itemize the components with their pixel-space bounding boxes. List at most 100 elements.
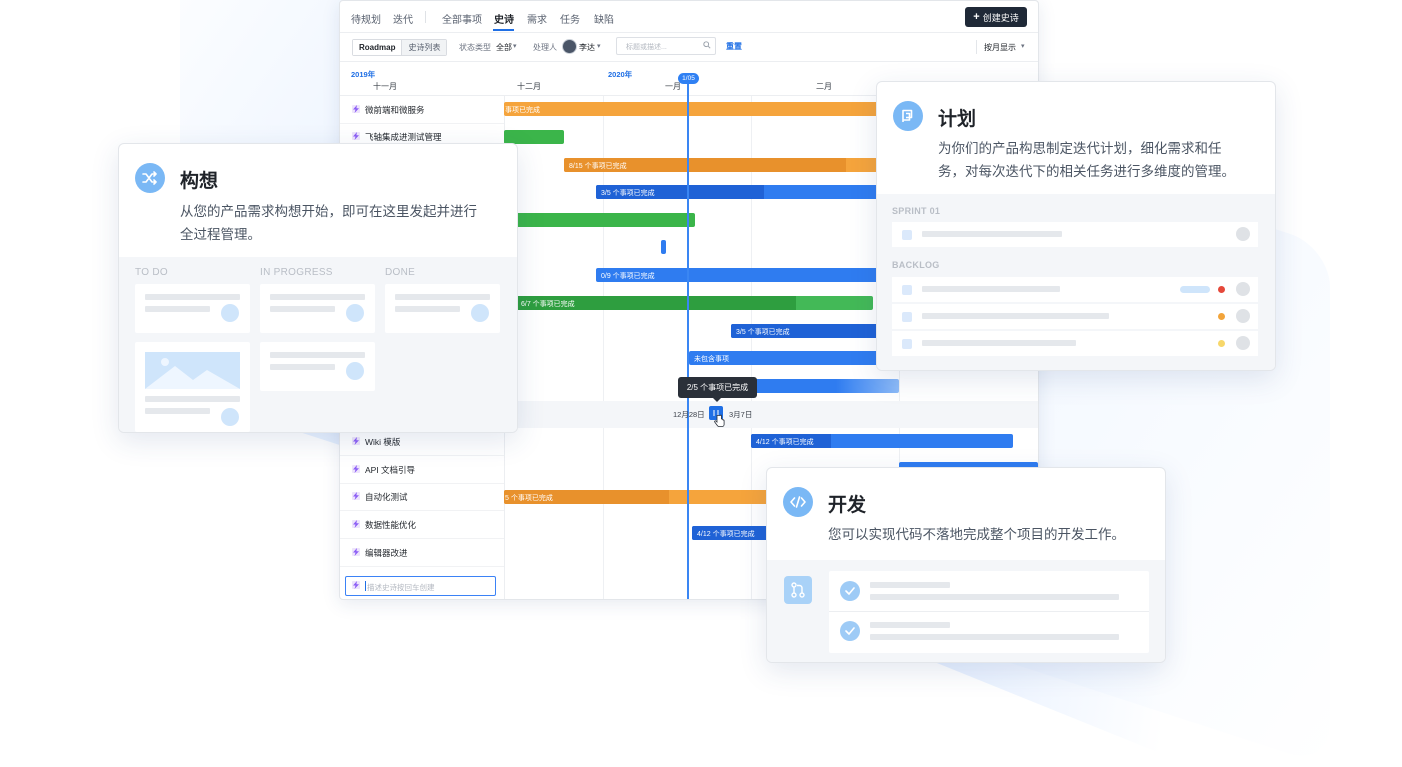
tab-task[interactable]: 任务 [560, 11, 580, 26]
placeholder-line [870, 634, 1119, 640]
code-icon [783, 487, 813, 517]
epic-title: Wiki 模版 [365, 437, 401, 447]
placeholder-line [270, 352, 365, 358]
image-placeholder-icon [145, 352, 240, 389]
assignee-filter-select[interactable]: 李达 [579, 42, 595, 53]
list-item[interactable]: API 文档引导 [340, 456, 504, 484]
placeholder-line [270, 294, 365, 300]
tag-badge [1180, 286, 1210, 293]
placeholder-line [145, 396, 240, 402]
merge-request-icon [784, 576, 812, 604]
view-roadmap-button[interactable]: Roadmap [353, 40, 402, 55]
epic-bar[interactable] [504, 130, 564, 144]
avatar [346, 304, 364, 322]
year-label-2020: 2020年 [608, 70, 633, 79]
kanban-card [385, 284, 500, 333]
tab-all-items[interactable]: 全部事项 [442, 11, 482, 26]
chevron-down-icon: ▾ [597, 43, 601, 50]
kanban-card [260, 342, 375, 391]
idea-card: 构想 从您的产品需求构想开始，即可在这里发起并进行 全过程管理。 TO DO I… [118, 143, 518, 433]
placeholder-line [870, 582, 950, 588]
kanban-card [135, 284, 250, 333]
epic-bar[interactable] [504, 213, 695, 227]
list-item [892, 277, 1258, 302]
epic-icon [352, 465, 360, 473]
nav-divider [425, 11, 426, 23]
column-header: TO DO [135, 267, 168, 278]
bar-progress-label: 3/5 个事项已完成 [736, 328, 790, 336]
hand-cursor-icon [714, 414, 725, 427]
bar-progress-label: 8/15 个事项已完成 [569, 162, 627, 170]
avatar [1236, 336, 1250, 350]
epic-icon [352, 548, 360, 556]
new-epic-placeholder: 描述史诗按回车创建 [367, 583, 435, 592]
placeholder-line [145, 294, 240, 300]
dev-card: 开发 您可以实现代码不落地完成整个项目的开发工作。 [766, 467, 1166, 663]
priority-dot [1218, 313, 1225, 320]
avatar [1236, 227, 1250, 241]
bar-progress-label: 3/5 个事项已完成 [601, 189, 655, 197]
tab-backlog[interactable]: 待规划 [351, 11, 381, 26]
end-date-label: 3月7日 [729, 410, 753, 419]
kanban-card [135, 342, 250, 432]
column-header: IN PROGRESS [260, 267, 333, 278]
month-label: 一月 [665, 82, 681, 91]
sprint-header: SPRINT 01 [892, 206, 941, 216]
epic-title: 微前端和微服务 [365, 105, 425, 115]
chevron-down-icon: ▾ [1021, 43, 1025, 50]
view-list-button[interactable]: 史诗列表 [401, 40, 447, 55]
epic-bar[interactable] [661, 240, 666, 254]
epic-bar[interactable]: 4/12 个事项已完成 [751, 434, 1013, 448]
epic-icon [352, 581, 360, 589]
placeholder-line [922, 231, 1062, 237]
list-item[interactable]: 数据性能优化 [340, 511, 504, 539]
chevron-down-icon: ▾ [513, 43, 517, 50]
kanban-preview: TO DO IN PROGRESS DONE [119, 257, 517, 432]
search-icon [703, 41, 711, 49]
epic-title: 自动化测试 [365, 492, 408, 502]
month-label: 十一月 [373, 82, 397, 91]
tab-iteration[interactable]: 迭代 [393, 11, 413, 26]
priority-dot [1218, 340, 1225, 347]
create-epic-label: 创建史诗 [982, 12, 1019, 23]
top-nav: 待规划 迭代 全部事项 史诗 需求 任务 缺陷 + 创建史诗 [340, 1, 1038, 33]
checkbox-icon [902, 230, 912, 240]
list-item[interactable]: 编辑器改进 [340, 539, 504, 567]
card-description: 全过程管理。 [180, 227, 261, 242]
search-placeholder: 标题或描述... [626, 44, 667, 51]
bar-progress-label: 事项已完成 [505, 106, 540, 114]
plan-card: 计划 为你们的产品构思制定迭代计划，细化需求和任 务，对每次迭代下的相关任务进行… [876, 81, 1276, 371]
card-title: 计划 [938, 109, 977, 130]
display-mode-select[interactable]: 按月显示 [984, 42, 1016, 53]
kanban-card [260, 284, 375, 333]
epic-title: 飞轴集成进测试管理 [365, 132, 442, 142]
divider [829, 611, 1149, 612]
card-title: 构想 [180, 171, 219, 192]
card-title: 开发 [828, 495, 867, 516]
epic-icon [352, 492, 360, 500]
avatar [1236, 282, 1250, 296]
reset-button[interactable]: 重置 [726, 41, 742, 52]
placeholder-line [145, 306, 210, 312]
list-item[interactable]: 微前端和微服务 [340, 96, 504, 124]
placeholder-line [395, 294, 490, 300]
list-item[interactable]: 自动化测试 [340, 483, 504, 511]
check-icon [840, 581, 860, 601]
placeholder-line [270, 306, 335, 312]
tab-epic[interactable]: 史诗 [494, 11, 514, 26]
search-input[interactable]: 标题或描述... [616, 37, 716, 55]
epic-bar[interactable]: 6/7 个事项已完成 [516, 296, 873, 310]
create-epic-button[interactable]: + 创建史诗 [965, 7, 1027, 27]
new-epic-input[interactable]: 描述史诗按回车创建 [345, 576, 496, 596]
bar-tooltip: 2/5 个事项已完成 [678, 377, 757, 402]
avatar [221, 304, 239, 322]
hovered-row-highlight [505, 401, 1038, 428]
avatar [221, 408, 239, 426]
epic-title: 数据性能优化 [365, 520, 417, 530]
tab-bug[interactable]: 缺陷 [594, 11, 614, 26]
active-tab-indicator [493, 29, 514, 31]
status-filter-select[interactable]: 全部 [496, 42, 512, 53]
year-label-2019: 2019年 [351, 70, 376, 79]
tab-requirement[interactable]: 需求 [527, 11, 547, 26]
divider [976, 40, 977, 54]
